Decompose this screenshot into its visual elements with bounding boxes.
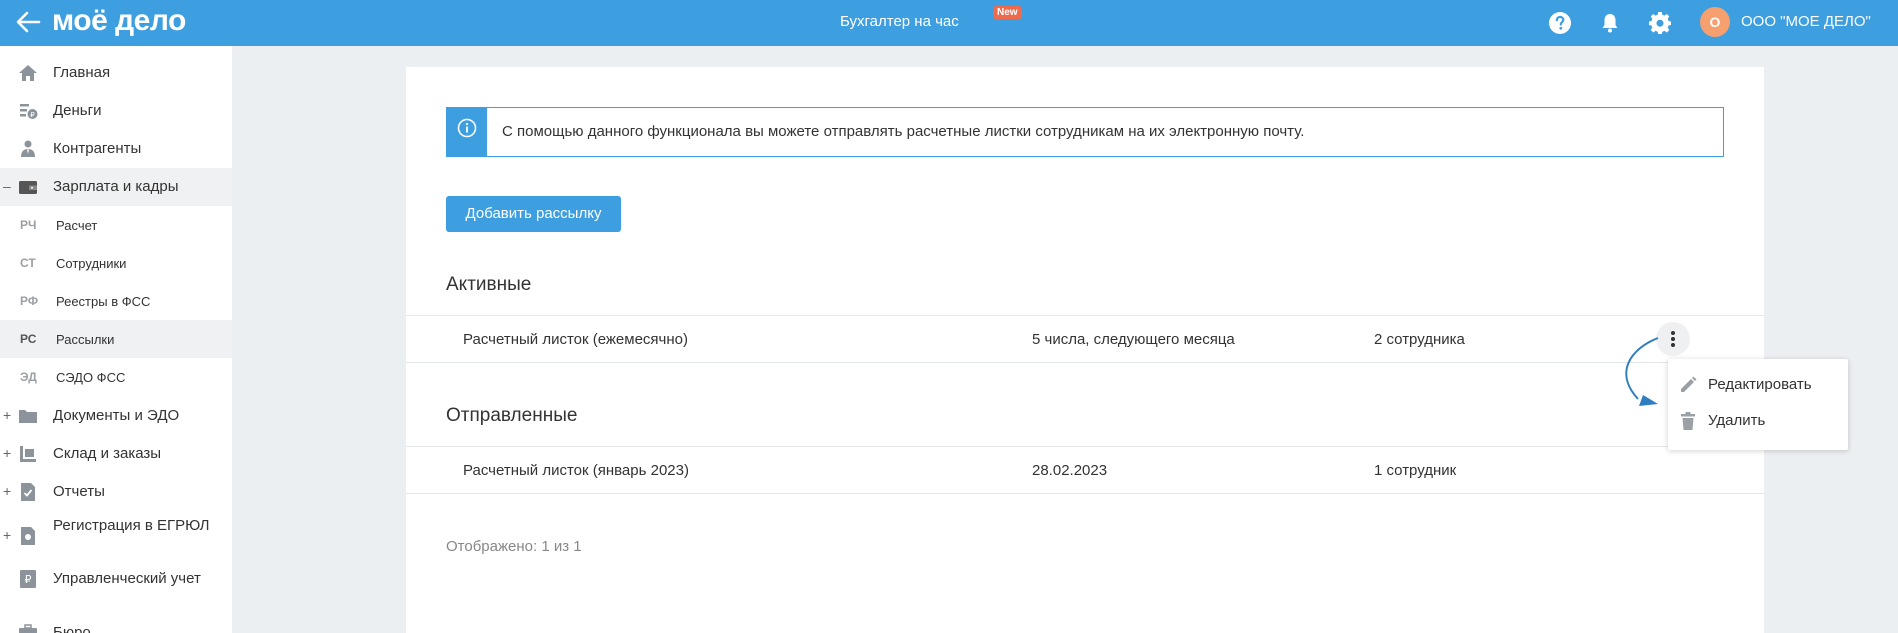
info-icon <box>457 118 477 138</box>
accountant-per-hour-link[interactable]: Бухгалтер на час <box>840 13 959 31</box>
sidebar-item-label: Бюро <box>53 624 91 633</box>
sidebar: Главная ₽ Деньги Контрагенты – Зарплата … <box>0 46 232 633</box>
mailing-name: Расчетный листок (январь 2023) <box>463 462 689 479</box>
sidebar-item-documents[interactable]: + Документы и ЭДО <box>0 397 232 435</box>
menu-delete-label: Удалить <box>1708 412 1766 429</box>
org-name[interactable]: ООО "МОЕ ДЕЛО" <box>1741 13 1871 31</box>
subitem-label: Рассылки <box>56 332 115 347</box>
expand-toggle[interactable]: + <box>3 484 13 498</box>
trash-icon <box>1681 412 1695 430</box>
sidebar-item-label: Главная <box>53 64 111 81</box>
back-arrow-icon[interactable] <box>14 9 42 35</box>
subitem-abbr: СТ <box>20 256 36 270</box>
subitem-label: Расчет <box>56 218 98 233</box>
expand-toggle[interactable]: + <box>3 446 13 460</box>
gear-icon[interactable] <box>1648 11 1672 35</box>
report-icon <box>21 483 35 501</box>
info-banner-side <box>447 108 487 156</box>
subitem-label: Сотрудники <box>56 256 127 271</box>
money-icon: ₽ <box>20 104 38 119</box>
sidebar-item-label: Деньги <box>53 102 102 119</box>
sidebar-item-label: Контрагенты <box>53 140 142 157</box>
info-text: С помощью данного функционала вы можете … <box>502 123 1305 140</box>
sidebar-subitem-fss-registries[interactable]: РФ Реестры в ФСС <box>0 282 232 320</box>
add-mailing-button[interactable]: Добавить рассылку <box>446 196 621 232</box>
warehouse-icon <box>20 446 36 462</box>
mailing-schedule: 5 числа, следующего месяца <box>1032 331 1235 348</box>
sidebar-item-label: Отчеты <box>53 483 105 500</box>
sidebar-item-money[interactable]: ₽ Деньги <box>0 92 232 130</box>
expand-toggle[interactable]: + <box>3 408 13 422</box>
sidebar-item-contractors[interactable]: Контрагенты <box>0 130 232 168</box>
mailing-name: Расчетный листок (ежемесячно) <box>463 331 688 348</box>
folder-icon <box>19 410 37 423</box>
home-icon <box>19 65 37 81</box>
sidebar-item-management-accounting[interactable]: ₽ Управленческий учет <box>0 560 232 598</box>
briefcase-icon <box>19 624 37 633</box>
sidebar-item-label: Регистрация в ЕГРЮЛ <box>53 517 210 534</box>
sidebar-item-salary[interactable]: – Зарплата и кадры <box>0 168 232 206</box>
new-badge: New <box>993 6 1022 19</box>
bell-icon[interactable] <box>1598 11 1622 35</box>
svg-text:₽: ₽ <box>30 111 35 119</box>
menu-edit[interactable]: Редактировать <box>1668 367 1848 403</box>
sidebar-item-home[interactable]: Главная <box>0 54 232 92</box>
sidebar-item-warehouse[interactable]: + Склад и заказы <box>0 435 232 473</box>
main-card: С помощью данного функционала вы можете … <box>406 67 1764 633</box>
accounting-icon: ₽ <box>20 570 36 588</box>
sidebar-item-bureau[interactable]: Бюро <box>0 614 232 633</box>
pencil-icon <box>1681 376 1697 392</box>
expand-toggle[interactable]: + <box>3 528 13 542</box>
displayed-count: Отображено: 1 из 1 <box>446 538 582 555</box>
sidebar-item-reports[interactable]: + Отчеты <box>0 473 232 511</box>
table-row[interactable]: Расчетный листок (ежемесячно) 5 числа, с… <box>406 315 1764 363</box>
mailing-employees: 1 сотрудник <box>1374 462 1457 479</box>
subitem-label: Реестры в ФСС <box>56 294 151 309</box>
sidebar-subitem-mailings[interactable]: РС Рассылки <box>0 320 232 358</box>
sidebar-item-label: Управленческий учет <box>53 570 201 587</box>
registration-icon <box>21 527 35 545</box>
row-context-menu: Редактировать Удалить <box>1668 359 1848 450</box>
contractors-icon <box>21 140 35 157</box>
active-section-title: Активные <box>446 274 532 295</box>
info-banner: С помощью данного функционала вы можете … <box>446 107 1724 157</box>
sidebar-subitem-employees[interactable]: СТ Сотрудники <box>0 244 232 282</box>
collapse-toggle[interactable]: – <box>3 179 13 193</box>
sidebar-item-label: Склад и заказы <box>53 445 162 462</box>
org-avatar[interactable]: О <box>1700 7 1730 37</box>
subitem-abbr: РЧ <box>20 218 37 232</box>
svg-text:₽: ₽ <box>25 573 32 586</box>
subitem-abbr: ЭД <box>20 370 37 384</box>
top-bar: моё дело Бухгалтер на час New О ООО "МОЕ… <box>0 0 1898 46</box>
menu-edit-label: Редактировать <box>1708 376 1812 393</box>
app-logo[interactable]: моё дело <box>52 6 186 36</box>
sent-section-title: Отправленные <box>446 405 578 426</box>
mailing-employees: 2 сотрудника <box>1374 331 1465 348</box>
subitem-abbr: РФ <box>20 294 39 308</box>
help-icon[interactable] <box>1548 11 1572 35</box>
sidebar-item-registration[interactable]: + Регистрация в ЕГРЮЛ <box>0 512 232 560</box>
menu-delete[interactable]: Удалить <box>1668 403 1848 439</box>
mailing-date: 28.02.2023 <box>1032 462 1108 479</box>
wallet-icon <box>19 181 37 194</box>
table-row[interactable]: Расчетный листок (январь 2023) 28.02.202… <box>406 446 1764 494</box>
sidebar-item-label: Зарплата и кадры <box>53 178 179 195</box>
sidebar-subitem-sedo-fss[interactable]: ЭД СЭДО ФСС <box>0 358 232 396</box>
sidebar-subitem-calculation[interactable]: РЧ Расчет <box>0 206 232 244</box>
subitem-label: СЭДО ФСС <box>56 370 126 385</box>
subitem-abbr: РС <box>20 332 37 346</box>
sidebar-item-label: Документы и ЭДО <box>53 407 180 424</box>
